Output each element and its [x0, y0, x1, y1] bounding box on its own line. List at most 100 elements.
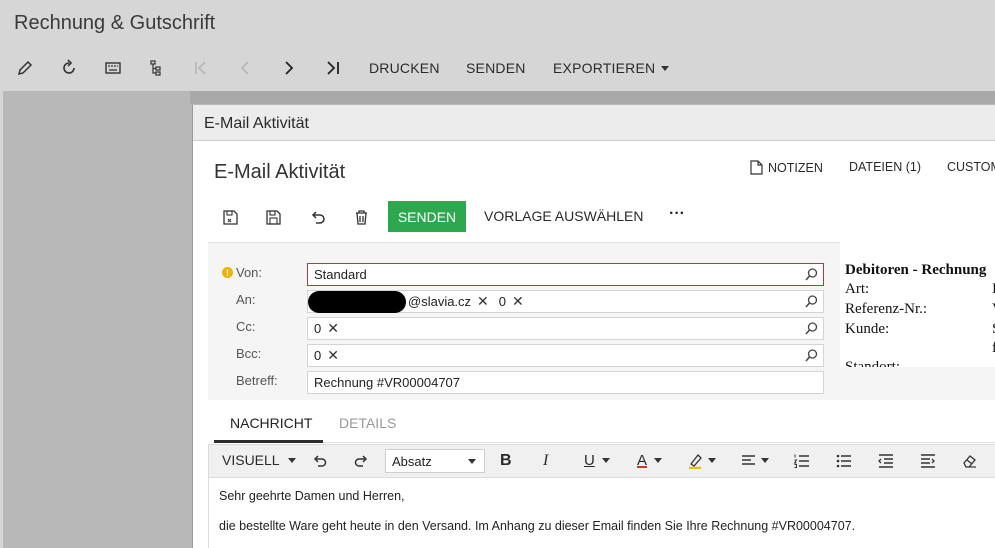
italic-button[interactable]: I — [543, 452, 548, 470]
send-toolbar-button[interactable]: SENDEN — [466, 60, 526, 76]
background-strip — [190, 91, 995, 104]
save-icon[interactable] — [260, 205, 286, 229]
send-button[interactable]: SENDEN — [388, 201, 466, 232]
close-icon[interactable]: ✕ — [327, 320, 339, 337]
dialog-header-title: E-Mail Aktivität — [204, 115, 309, 132]
align-dropdown[interactable] — [740, 452, 769, 469]
cc-label: Cc: — [236, 319, 256, 334]
format-select-value: Absatz — [392, 453, 432, 469]
message-body-text: die bestellte Ware geht heute in den Ver… — [219, 519, 856, 533]
info-label: Referenz-Nr.: — [845, 301, 928, 317]
eraser-icon[interactable] — [961, 452, 978, 469]
to-field[interactable]: @slavia.cz ✕ 0 ✕ — [307, 290, 824, 313]
notes-link[interactable]: NOTIZEN — [750, 160, 823, 175]
chevron-down-icon — [468, 459, 476, 464]
note-icon — [750, 160, 763, 175]
close-icon[interactable]: ✕ — [327, 347, 339, 364]
info-label: Kunde: — [845, 321, 890, 337]
bcc-label: Bcc: — [236, 346, 262, 361]
info-heading: Debitoren - Rechnung — [845, 262, 987, 278]
tree-icon[interactable] — [144, 56, 168, 80]
to-chip: 0 ✕ — [499, 293, 524, 310]
refresh-icon[interactable] — [57, 56, 81, 80]
cc-field[interactable]: 0 ✕ — [307, 317, 824, 340]
undo-icon[interactable] — [311, 452, 328, 469]
info-label: Standort: — [845, 359, 900, 367]
font-color-label: A — [637, 452, 648, 469]
to-label: An: — [236, 292, 256, 307]
ordered-list-icon[interactable] — [793, 452, 810, 469]
bullet-list-icon[interactable] — [835, 452, 852, 469]
close-icon[interactable]: ✕ — [477, 293, 489, 310]
to-email-suffix: @slavia.cz — [408, 294, 472, 309]
app-title: Rechnung & Gutschrift — [14, 12, 216, 34]
chevron-down-icon — [708, 458, 716, 463]
first-page-icon[interactable] — [189, 56, 213, 80]
edit-icon[interactable] — [13, 56, 37, 80]
search-icon[interactable] — [804, 321, 819, 336]
prev-page-icon[interactable] — [233, 56, 257, 80]
align-left-icon — [742, 455, 755, 465]
bold-button[interactable]: B — [500, 452, 512, 470]
active-tab-indicator — [214, 440, 323, 443]
tab-message[interactable]: NACHRICHT — [230, 415, 312, 431]
cc-chip-label: 0 — [314, 321, 322, 336]
export-label: EXPORTIEREN — [553, 60, 656, 76]
undo-icon[interactable] — [304, 205, 330, 229]
info-panel: Debitoren - Rechnung Art: I Referenz-Nr.… — [840, 242, 995, 367]
font-color-button[interactable]: A — [637, 452, 663, 469]
chevron-down-icon — [761, 458, 769, 463]
keyboard-icon[interactable] — [101, 56, 125, 80]
highlighter-icon — [689, 454, 702, 469]
from-field[interactable]: Standard — [307, 263, 824, 286]
files-link[interactable]: DATEIEN (1) — [849, 160, 921, 174]
last-page-icon[interactable] — [321, 56, 345, 80]
indent-icon[interactable] — [919, 452, 936, 469]
chevron-down-icon — [287, 457, 296, 463]
form-title: E-Mail Aktivität — [214, 161, 346, 183]
from-value: Standard — [314, 267, 367, 282]
outdent-icon[interactable] — [877, 452, 894, 469]
editor-mode-label: VISUELL — [222, 452, 280, 468]
highlight-button[interactable] — [687, 452, 716, 469]
bcc-chip-label: 0 — [314, 348, 322, 363]
message-editor[interactable]: Sehr geehrte Damen und Herren, die beste… — [208, 478, 995, 548]
to-recipient-chip: @slavia.cz ✕ — [308, 290, 489, 313]
to-chip-label: 0 — [498, 294, 507, 309]
chevron-down-icon — [661, 65, 670, 71]
notes-label: NOTIZEN — [768, 160, 823, 175]
save-close-icon[interactable] — [217, 205, 243, 229]
search-icon[interactable] — [804, 267, 819, 282]
subject-label: Betreff: — [236, 373, 278, 388]
email-activity-dialog: E-Mail Aktivität E-Mail Aktivität NOTIZE… — [192, 105, 995, 548]
bcc-field[interactable]: 0 ✕ — [307, 344, 824, 367]
search-icon[interactable] — [804, 348, 819, 363]
main-toolbar: DRUCKEN SENDEN EXPORTIEREN — [0, 52, 995, 84]
tab-details[interactable]: DETAILS — [339, 415, 396, 431]
from-label: Von: — [236, 265, 263, 280]
custom-link[interactable]: CUSTOM — [947, 160, 995, 174]
chevron-down-icon — [601, 458, 610, 463]
format-select[interactable]: Absatz — [385, 449, 485, 473]
redacted-mark — [308, 290, 406, 313]
cc-chip: 0 ✕ — [314, 320, 339, 337]
delete-icon[interactable] — [348, 205, 374, 229]
more-actions-button[interactable]: ··· — [669, 205, 685, 223]
print-button[interactable]: DRUCKEN — [369, 60, 440, 76]
close-icon[interactable]: ✕ — [512, 293, 524, 310]
underline-button[interactable]: U — [584, 452, 610, 469]
subject-value: Rechnung #VR00004707 — [314, 375, 461, 390]
message-greeting: Sehr geehrte Damen und Herren, — [219, 489, 405, 503]
underline-label: U — [584, 452, 595, 469]
redo-icon[interactable] — [353, 452, 370, 469]
dialog-header[interactable]: E-Mail Aktivität — [193, 105, 995, 141]
bcc-chip: 0 ✕ — [314, 347, 339, 364]
search-icon[interactable] — [804, 294, 819, 309]
tab-divider — [214, 442, 995, 443]
subject-field[interactable]: Rechnung #VR00004707 — [307, 371, 824, 394]
warning-icon: ! — [222, 267, 233, 278]
select-template-button[interactable]: VORLAGE AUSWÄHLEN — [484, 208, 644, 224]
editor-mode-dropdown[interactable]: VISUELL — [222, 452, 296, 468]
export-button[interactable]: EXPORTIEREN — [553, 60, 670, 76]
next-page-icon[interactable] — [277, 56, 301, 80]
